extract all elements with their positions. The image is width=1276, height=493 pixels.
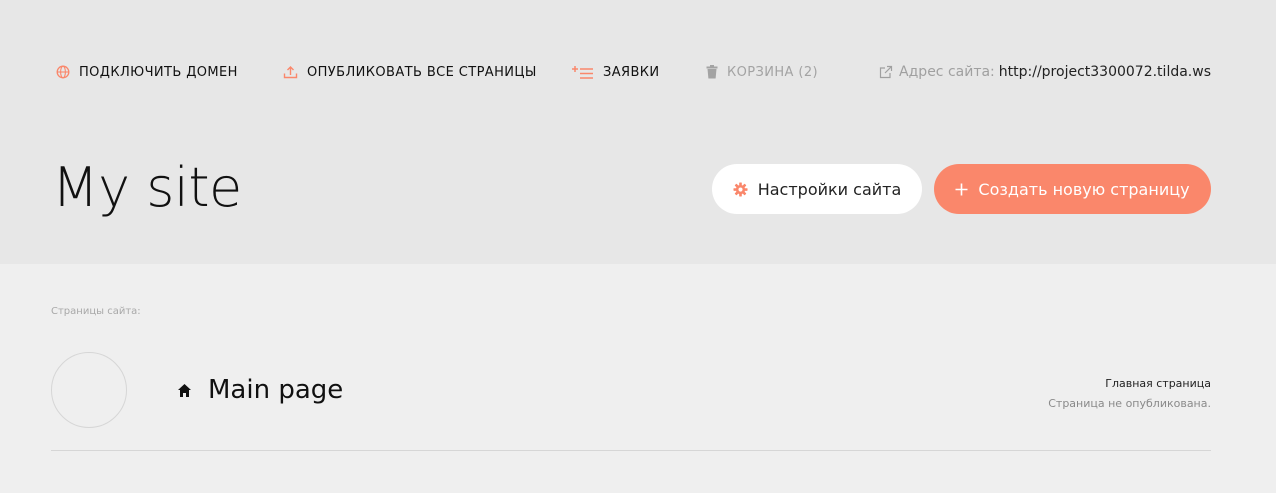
external-link-icon: [879, 65, 893, 79]
create-page-button[interactable]: Создать новую страницу: [934, 164, 1211, 214]
requests-label: ЗАЯВКИ: [603, 64, 660, 80]
globe-icon: [56, 65, 70, 79]
home-icon: [177, 383, 192, 398]
site-address-label: Адрес сайта:: [899, 64, 995, 80]
site-settings-button[interactable]: Настройки сайта: [712, 164, 922, 214]
project-header: ПОДКЛЮЧИТЬ ДОМЕН ОПУБЛИКОВАТЬ ВСЕ СТРАНИ…: [0, 0, 1276, 264]
page-list-item: Main page Главная страница Страница не о…: [51, 352, 1211, 451]
site-address-url[interactable]: http://project3300072.tilda.ws: [999, 64, 1211, 80]
publish-all-link[interactable]: ОПУБЛИКОВАТЬ ВСЕ СТРАНИЦЫ: [283, 62, 537, 82]
page-meta: Главная страница Страница не опубликован…: [1048, 374, 1211, 414]
upload-icon: [283, 65, 298, 79]
trash-label: КОРЗИНА (2): [727, 64, 818, 80]
connect-domain-link[interactable]: ПОДКЛЮЧИТЬ ДОМЕН: [56, 62, 238, 82]
pages-section-label: Страницы сайта:: [51, 306, 141, 317]
trash-link[interactable]: КОРЗИНА (2): [706, 62, 818, 82]
connect-domain-label: ПОДКЛЮЧИТЬ ДОМЕН: [79, 64, 238, 80]
plus-icon: [955, 183, 968, 196]
list-add-icon: [572, 65, 594, 79]
page-status: Страница не опубликована.: [1048, 397, 1211, 410]
page-title-link[interactable]: Main page: [177, 372, 343, 408]
site-address: Адрес сайта: http://project3300072.tilda…: [879, 62, 1211, 82]
publish-all-label: ОПУБЛИКОВАТЬ ВСЕ СТРАНИЦЫ: [307, 64, 537, 80]
create-page-label: Создать новую страницу: [978, 179, 1190, 199]
gear-icon: [733, 181, 748, 197]
site-settings-label: Настройки сайта: [757, 179, 902, 199]
project-title: My site: [52, 156, 242, 219]
requests-link[interactable]: ЗАЯВКИ: [572, 62, 660, 82]
page-title-text: Main page: [208, 375, 344, 405]
page-thumbnail[interactable]: [51, 352, 127, 428]
top-toolbar: ПОДКЛЮЧИТЬ ДОМЕН ОПУБЛИКОВАТЬ ВСЕ СТРАНИ…: [0, 62, 1276, 82]
trash-icon: [706, 65, 718, 79]
page-home-tag: Главная страница: [1105, 377, 1211, 390]
